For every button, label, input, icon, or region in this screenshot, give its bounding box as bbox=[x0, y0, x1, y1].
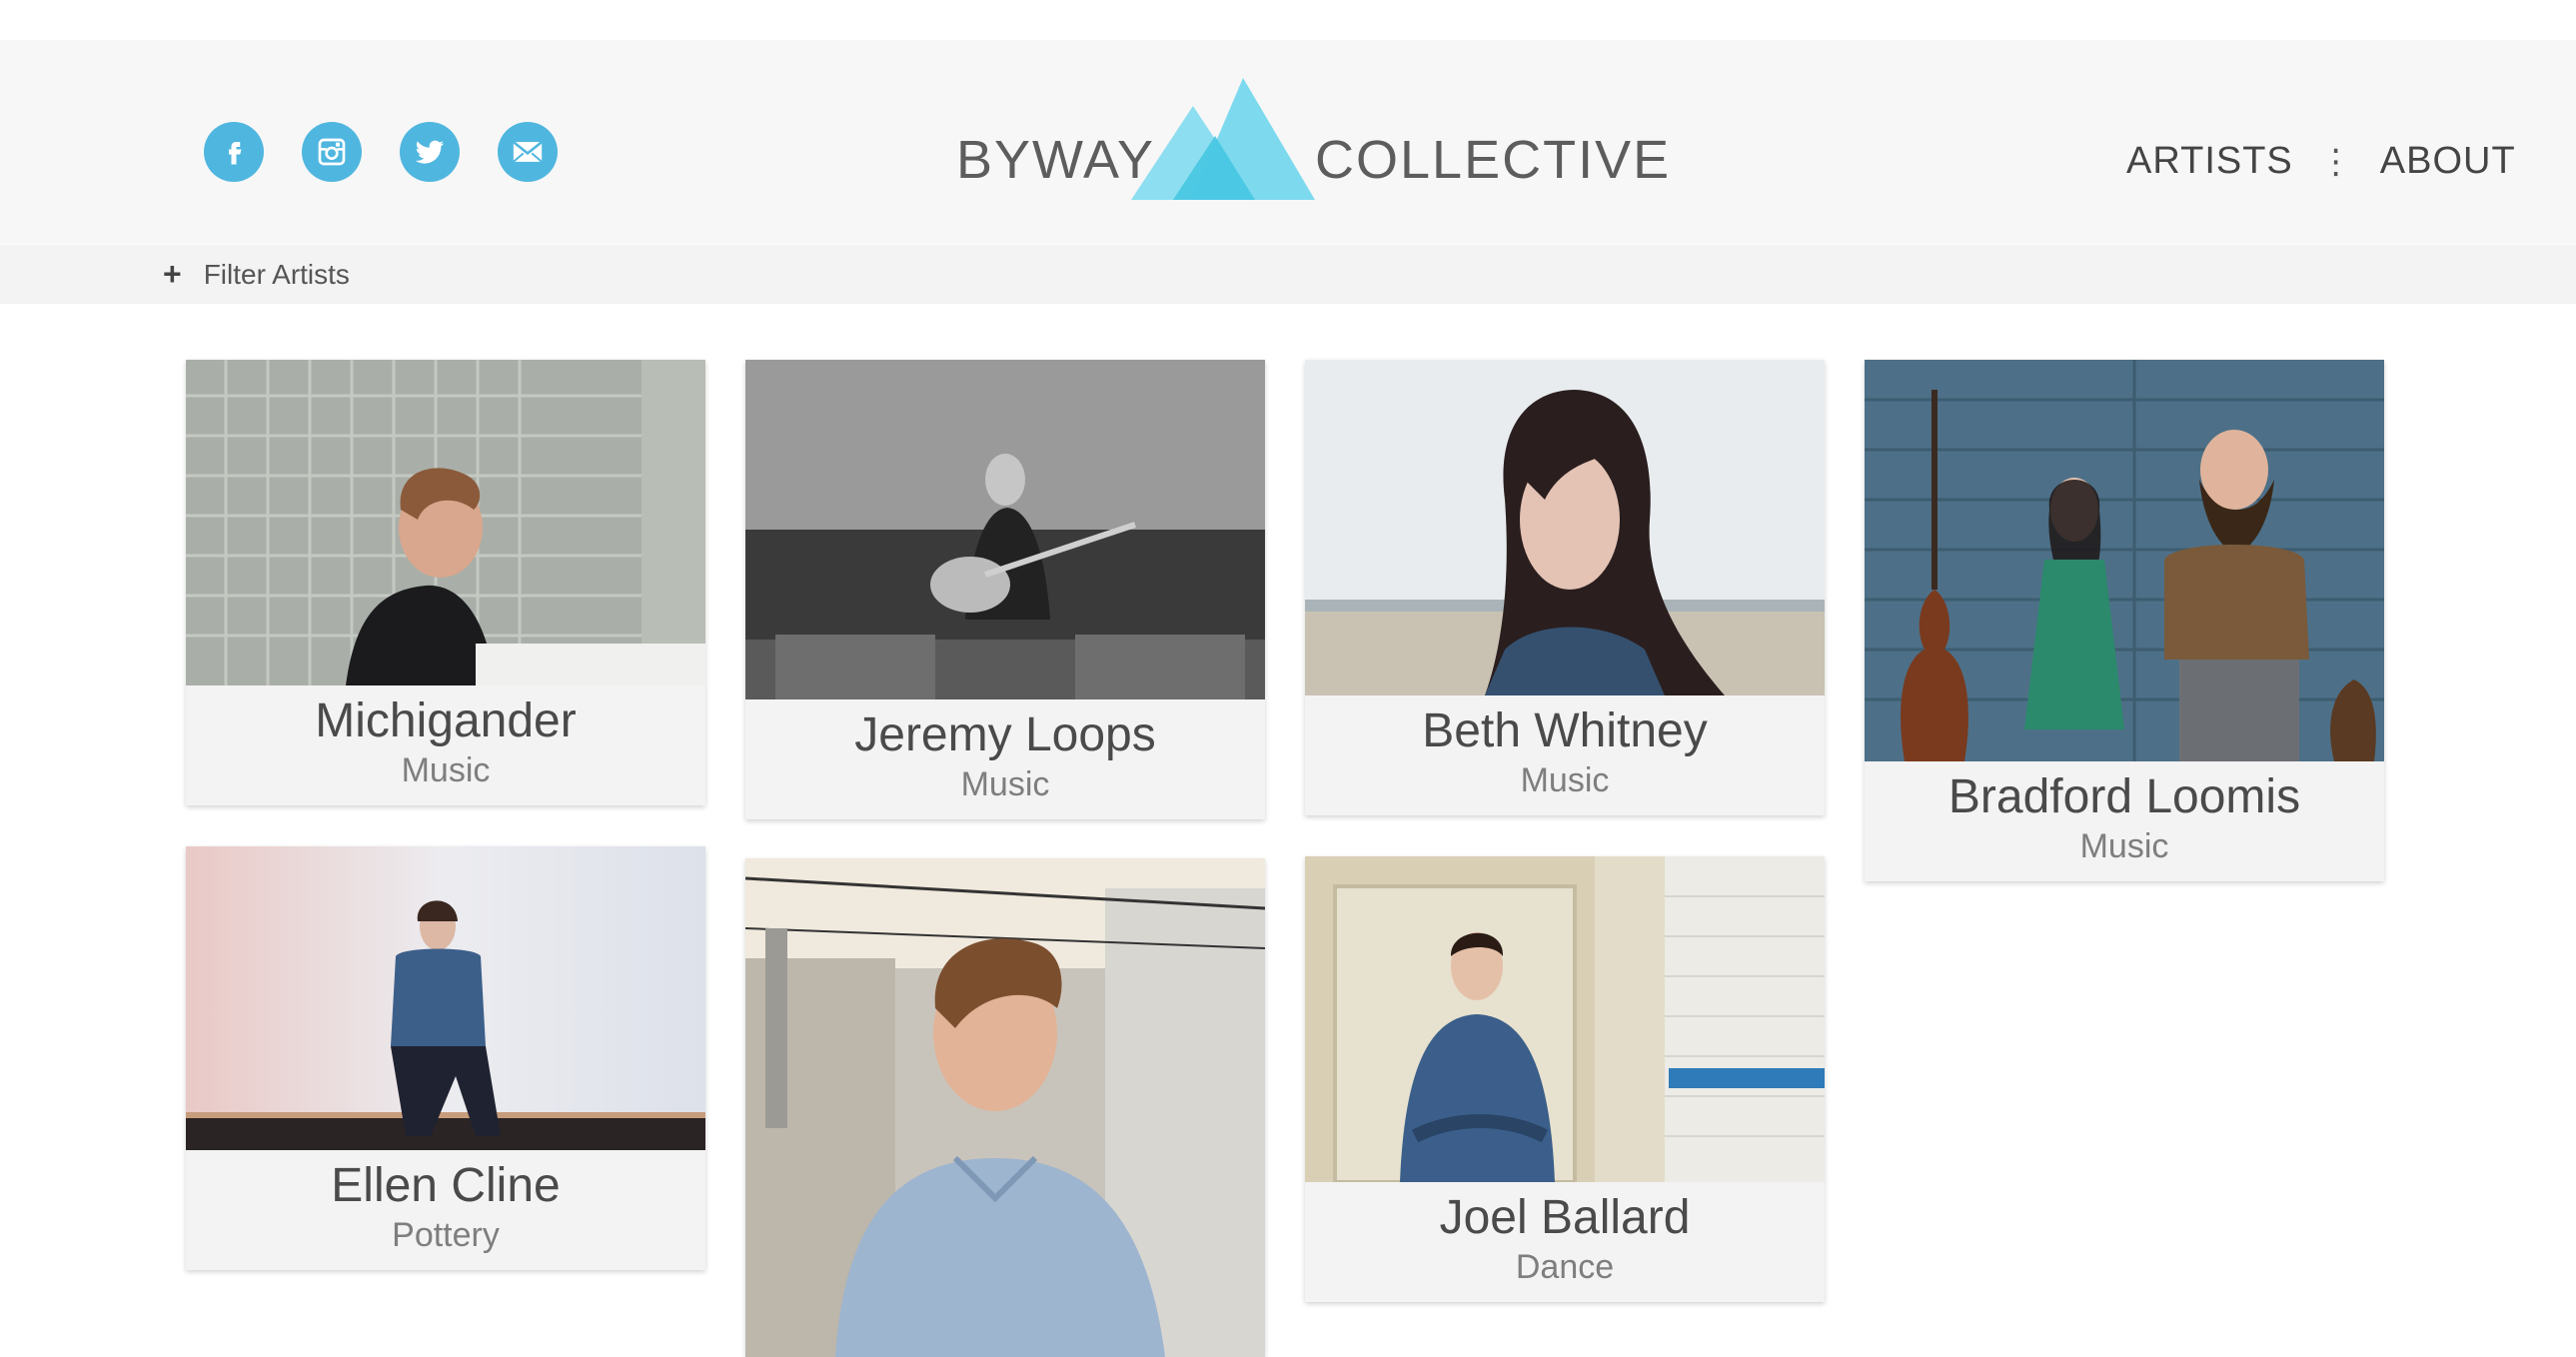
artist-caption: Michigander Music bbox=[186, 685, 705, 805]
mail-icon[interactable] bbox=[498, 122, 558, 182]
plus-icon: + bbox=[163, 256, 182, 292]
artist-category: Pottery bbox=[392, 1216, 500, 1254]
artist-name: Ellen Cline bbox=[331, 1159, 561, 1212]
artist-photo bbox=[745, 858, 1265, 1357]
artist-category: Music bbox=[401, 751, 491, 789]
nav-artists-link[interactable]: ARTISTS bbox=[2126, 140, 2293, 183]
instagram-icon[interactable] bbox=[302, 122, 362, 182]
filter-label: Filter Artists bbox=[203, 258, 350, 290]
artist-photo bbox=[186, 360, 705, 685]
mountain-logo-icon[interactable] bbox=[1131, 78, 1315, 200]
nav-about-link[interactable]: ABOUT bbox=[2380, 140, 2516, 183]
artist-name: Joel Ballard bbox=[1439, 1191, 1691, 1244]
artist-caption: Jeremy Loops Music bbox=[745, 699, 1265, 819]
artist-photo bbox=[1305, 856, 1825, 1182]
artist-caption: Joel Ballard Dance bbox=[1305, 1182, 1825, 1302]
artist-card-bradford-loomis[interactable]: Bradford Loomis Music bbox=[1865, 360, 2384, 881]
artist-photo bbox=[1865, 360, 2384, 761]
artist-card-joel-ballard[interactable]: Joel Ballard Dance bbox=[1305, 856, 1825, 1302]
artist-card-michigander[interactable]: Michigander Music bbox=[186, 360, 705, 805]
filter-bar bbox=[0, 243, 2576, 304]
social-links bbox=[204, 122, 558, 182]
artist-name: Bradford Loomis bbox=[1947, 770, 2301, 823]
artist-card-jeremy-loops[interactable]: Jeremy Loops Music bbox=[745, 360, 1265, 819]
artist-caption: Bradford Loomis Music bbox=[1865, 761, 2384, 881]
main-nav: ARTISTS ⋮ ABOUT bbox=[2126, 140, 2516, 183]
artist-photo bbox=[1305, 360, 1825, 695]
artist-category: Music bbox=[960, 765, 1050, 803]
artist-photo bbox=[186, 846, 705, 1150]
logo-text-left[interactable]: BYWAY bbox=[956, 128, 1155, 192]
facebook-icon[interactable] bbox=[204, 122, 264, 182]
artist-name: Michigander bbox=[315, 694, 577, 747]
artist-photo bbox=[745, 360, 1265, 699]
artist-name: Jeremy Loops bbox=[854, 708, 1156, 761]
logo-text-right[interactable]: COLLECTIVE bbox=[1315, 128, 1671, 192]
artist-category: Music bbox=[2079, 827, 2169, 865]
artist-card-ellen-cline[interactable]: Ellen Cline Pottery bbox=[186, 846, 705, 1270]
artist-category: Music bbox=[1520, 761, 1610, 799]
artist-card-beth-whitney[interactable]: Beth Whitney Music bbox=[1305, 360, 1825, 815]
artist-card-partial[interactable] bbox=[745, 858, 1265, 1357]
filter-artists-toggle[interactable]: + Filter Artists bbox=[163, 256, 350, 293]
artist-name: Beth Whitney bbox=[1422, 704, 1708, 757]
artist-caption: Beth Whitney Music bbox=[1305, 695, 1825, 815]
artist-caption: Ellen Cline Pottery bbox=[186, 1150, 705, 1270]
twitter-icon[interactable] bbox=[400, 122, 460, 182]
nav-separator: ⋮ bbox=[2318, 142, 2354, 181]
artist-category: Dance bbox=[1515, 1248, 1615, 1286]
